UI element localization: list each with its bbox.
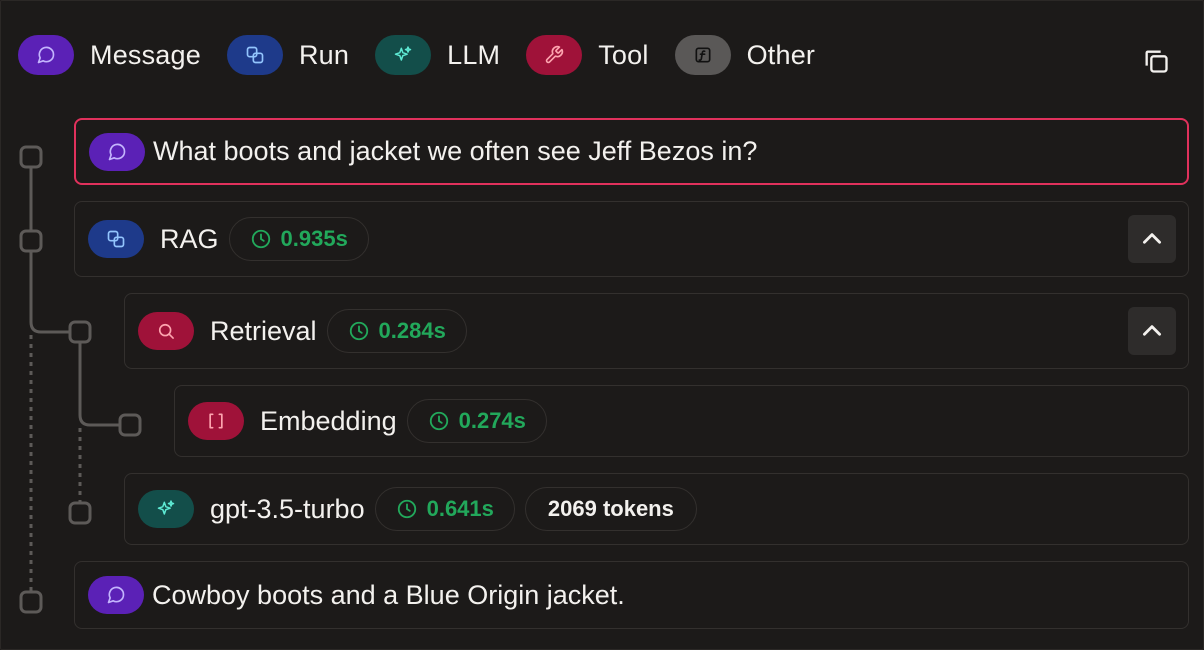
trace-row-embedding[interactable]: Embedding 0.274s (174, 385, 1189, 457)
legend-item-llm: LLM (375, 35, 500, 75)
run-link-icon (226, 35, 283, 75)
clock-icon (397, 499, 416, 519)
trace-row-user-message[interactable]: What boots and jacket we often see Jeff … (74, 118, 1189, 185)
trace-row-rag[interactable]: RAG 0.935s (74, 201, 1189, 277)
duration-badge: 0.284s (326, 309, 467, 353)
legend-item-tool: Tool (526, 35, 648, 75)
span-title: Embedding (260, 405, 397, 436)
chevron-up-icon (1143, 233, 1161, 244)
trace-row-retrieval[interactable]: Retrieval 0.284s (124, 293, 1189, 369)
legend-item-message: Message (18, 35, 201, 75)
duration-value: 0.274s (458, 408, 526, 433)
span-title: Retrieval (210, 315, 317, 346)
message-text: What boots and jacket we often see Jeff … (153, 136, 758, 166)
clock-icon (429, 411, 448, 431)
legend-item-run: Run (226, 35, 350, 75)
span-title: RAG (160, 223, 219, 254)
legend-label: Tool (598, 39, 649, 70)
duration-badge: 0.935s (228, 217, 369, 261)
legend-item-other: Other (674, 35, 816, 75)
duration-value: 0.641s (426, 496, 494, 521)
duration-value: 0.284s (378, 318, 446, 343)
sparkles-icon (138, 490, 194, 528)
brackets-icon (188, 402, 244, 440)
clock-icon (251, 229, 270, 249)
search-icon (138, 312, 194, 350)
legend-label: Run (298, 39, 350, 70)
trace-row-llm[interactable]: gpt-3.5-turbo 0.641s 2069 tokens (124, 473, 1189, 545)
clock-icon (349, 321, 368, 341)
copy-button[interactable] (1141, 46, 1171, 76)
token-count-badge: 2069 tokens (524, 487, 697, 531)
run-link-icon (88, 220, 144, 258)
chevron-up-icon (1143, 325, 1161, 336)
copy-icon (1145, 50, 1168, 73)
duration-value: 0.935s (280, 226, 348, 251)
message-text: Cowboy boots and a Blue Origin jacket. (152, 579, 625, 610)
sparkles-icon (375, 35, 432, 75)
function-icon (674, 35, 731, 75)
message-bubble-icon (18, 35, 74, 75)
legend-label: LLM (447, 39, 501, 70)
legend-label: Message (90, 39, 201, 70)
collapse-button[interactable] (1128, 307, 1176, 355)
span-title: gpt-3.5-turbo (210, 493, 365, 524)
message-bubble-icon (89, 132, 145, 171)
trace-row-assistant-message[interactable]: Cowboy boots and a Blue Origin jacket. (74, 561, 1189, 629)
legend: Message Run LLM Tool Other (18, 35, 841, 75)
message-bubble-icon (88, 576, 144, 614)
collapse-button[interactable] (1128, 215, 1176, 263)
duration-badge: 0.274s (406, 399, 547, 443)
legend-label: Other (746, 39, 816, 70)
duration-badge: 0.641s (374, 487, 515, 531)
wrench-icon (526, 35, 583, 75)
